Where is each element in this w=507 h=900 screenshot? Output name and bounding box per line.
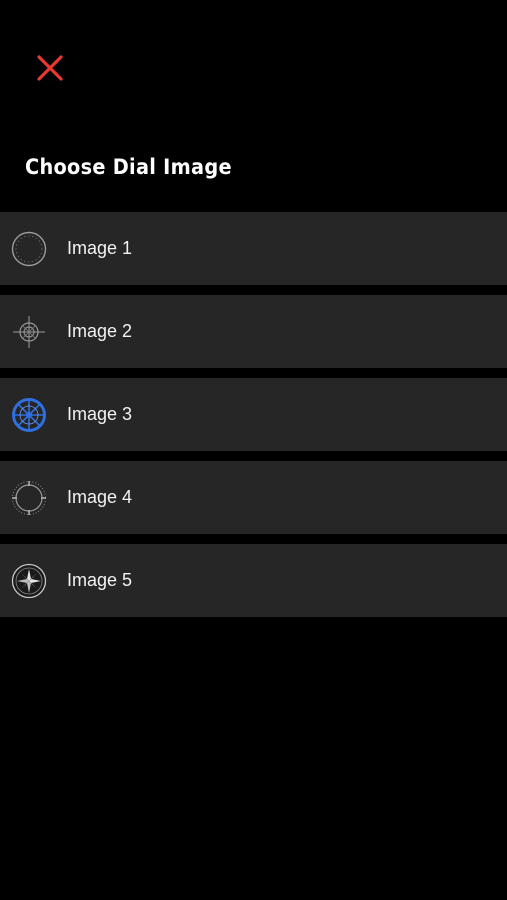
dial-image-label: Image 1: [67, 238, 133, 258]
dial-image-item-3[interactable]: Image 3: [0, 378, 507, 451]
dial-image-item-2[interactable]: Image 2: [0, 295, 507, 368]
dial-image-label: Image 5: [67, 570, 133, 590]
dial-image-list: Image 1 Image 2 Image 3 Image 4 Image 5: [0, 212, 507, 627]
close-icon: [37, 55, 63, 81]
page-title: Choose Dial Image: [25, 155, 232, 179]
dial-image-item-1[interactable]: Image 1: [0, 212, 507, 285]
dial-ring-icon: [11, 231, 47, 267]
dial-compass-rose-icon: [11, 563, 47, 599]
close-button[interactable]: [30, 48, 70, 88]
dial-compass-icon: [11, 314, 47, 350]
dial-wheel-icon: [11, 397, 47, 433]
dial-image-item-4[interactable]: Image 4: [0, 461, 507, 534]
dial-image-label: Image 2: [67, 321, 133, 341]
dial-ticks-icon: [11, 480, 47, 516]
dial-image-item-5[interactable]: Image 5: [0, 544, 507, 617]
dial-image-label: Image 4: [67, 487, 133, 507]
dial-image-label: Image 3: [67, 404, 133, 424]
